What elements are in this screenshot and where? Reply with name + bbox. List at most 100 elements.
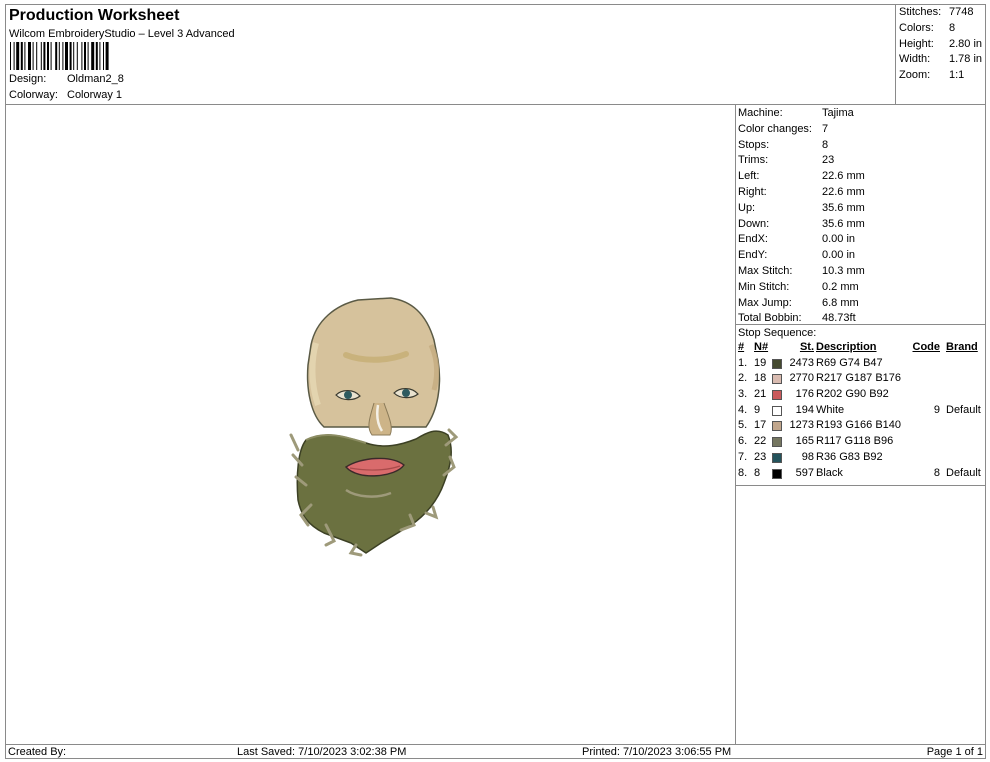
stop-idx-cell: 8. [738,466,748,479]
machine-info-row: Left: 22.6 mm [738,170,865,185]
stop-idx-cell: 1. [738,356,748,369]
stop-st-cell: 165 [795,435,814,448]
stop-st-cell: 176 [795,388,814,401]
page-number: Page 1 of 1 [926,746,983,758]
machine-info-value: 22.6 mm [822,186,865,198]
height-label: Height: [899,38,934,50]
software-name: Wilcom EmbroideryStudio – Level 3 Advanc… [9,28,235,40]
machine-info-row: Machine: Tajima [738,107,854,122]
machine-info-value: 8 [822,138,829,151]
embroidery-design-image [289,297,459,557]
stop-desc-cell: R217 G187 B176 [816,372,902,385]
stop-sequence-table: # N# St. Description Code Brand 1. 19 2473… [736,341,986,482]
machine-info-value: Tajima [822,107,854,119]
stop-idx-cell: 5. [738,419,748,432]
color-swatch [772,421,782,432]
stop-sequence-row: 5. 17 1273 R193 G166 B140 [736,419,986,435]
stop-sequence-row: 1. 19 2473 R69 G74 B47 [736,357,986,373]
machine-info-label: Right: [738,186,767,198]
machine-info-label: Color changes: [738,122,812,135]
machine-info-value: 6.8 mm [822,296,859,309]
stop-n-cell: 8 [754,466,761,479]
stop-desc-cell: R117 G118 B96 [816,435,894,448]
machine-info-label: Up: [738,201,756,214]
machine-info-row: Stops: 8 [738,139,828,154]
col-brand-header: Brand [946,341,978,353]
color-swatch [772,390,782,401]
stop-sequence-row: 4. 9 194 White 9 Default [736,404,986,420]
machine-info-row: EndY: 0.00 in [738,249,855,264]
stop-sequence-row: 3. 21 176 R202 G90 B92 [736,388,986,404]
stop-code-cell: 9 [933,403,940,416]
stop-n-cell: 9 [754,403,761,416]
stop-sequence-rows: 1. 19 2473 R69 G74 B47 2. 18 2770 R217 G187 B17… [736,357,986,483]
col-desc-header: Description [816,341,877,353]
stop-idx-cell: 6. [738,435,748,448]
stop-n-cell: 19 [754,356,767,369]
height-value: 2.80 in [949,38,983,50]
color-swatch [772,405,782,416]
stop-sequence-row: 2. 18 2770 R217 G187 B176 [736,372,986,388]
stitches-row: Stitches: 7748 [899,6,973,18]
machine-info-value: 7 [822,122,829,135]
stop-n-cell: 18 [754,372,767,385]
design-value: Oldman2_8 [67,73,124,85]
stop-desc-cell: Black [816,466,843,479]
worksheet-frame: Production Worksheet Wilcom EmbroiderySt… [5,4,986,759]
machine-info-label: Max Stitch: [738,265,793,277]
width-label: Width: [899,53,931,65]
colorway-value: Colorway 1 [67,89,123,101]
stop-st-cell: 194 [795,403,814,416]
machine-info-panel: Machine: Tajima Color changes: 7 Stops: 8 Trim… [736,105,986,744]
machine-info-value: 23 [822,154,835,167]
stop-idx-cell: 4. [738,403,748,416]
machine-info-value: 22.6 mm [822,170,865,183]
stop-sequence-row: 6. 22 165 R117 G118 B96 [736,435,986,451]
colors-value: 8 [949,22,956,34]
stop-n-cell: 22 [754,435,767,448]
machine-info-label: Trims: [738,154,769,167]
machine-info-value: 0.00 in [822,233,856,246]
created-by: Created By: [8,746,67,758]
stop-sequence-title: Stop Sequence: [736,324,986,339]
stop-idx-cell: 7. [738,450,748,463]
stop-code-cell: 8 [933,466,940,479]
printed-date: Printed: 7/10/2023 3:06:55 PM [582,746,732,758]
stop-sequence-header: # N# St. Description Code Brand [736,341,986,357]
machine-info-label: Total Bobbin: [738,312,802,325]
stop-desc-cell: R202 G90 B92 [816,388,889,401]
machine-info-row: Max Stitch: 10.3 mm [738,265,865,280]
col-st-header: St. [799,341,814,353]
width-value: 1.78 in [949,53,983,65]
machine-info-value: 10.3 mm [822,265,865,277]
machine-info-row: Min Stitch: 0.2 mm [738,281,859,296]
colors-row: Colors: 8 [899,22,955,34]
barcode [10,42,109,70]
stop-st-cell: 2473 [789,356,814,369]
page-title: Production Worksheet [9,7,180,24]
stop-n-cell: 21 [754,388,767,401]
zoom-value: 1:1 [949,69,965,81]
machine-info-label: Stops: [738,138,770,151]
design-preview [6,105,736,744]
colorway-row: Colorway: Colorway 1 [9,89,122,101]
width-row: Width: 1.78 in [899,53,982,65]
machine-info-row: Right: 22.6 mm [738,186,865,201]
stop-st-cell: 1273 [789,419,814,432]
colors-label: Colors: [899,22,934,34]
stop-brand-cell: Default [946,403,981,416]
machine-info-value: 35.6 mm [822,201,865,214]
color-swatch [772,358,782,369]
machine-info-row: Down: 35.6 mm [738,218,865,233]
color-swatch [772,437,782,448]
machine-info-row: EndX: 0.00 in [738,233,855,248]
machine-info-value: 0.00 in [822,249,856,262]
machine-info-label: EndX: [738,233,768,246]
machine-info-row: Color changes: 7 [738,123,828,138]
design-row: Design: Oldman2_8 [9,73,124,85]
col-code-header: Code [912,341,941,353]
stitches-value: 7748 [949,6,974,18]
colorway-label: Colorway: [9,89,58,101]
design-label: Design: [9,73,47,85]
machine-info-row: Trims: 23 [738,154,834,169]
